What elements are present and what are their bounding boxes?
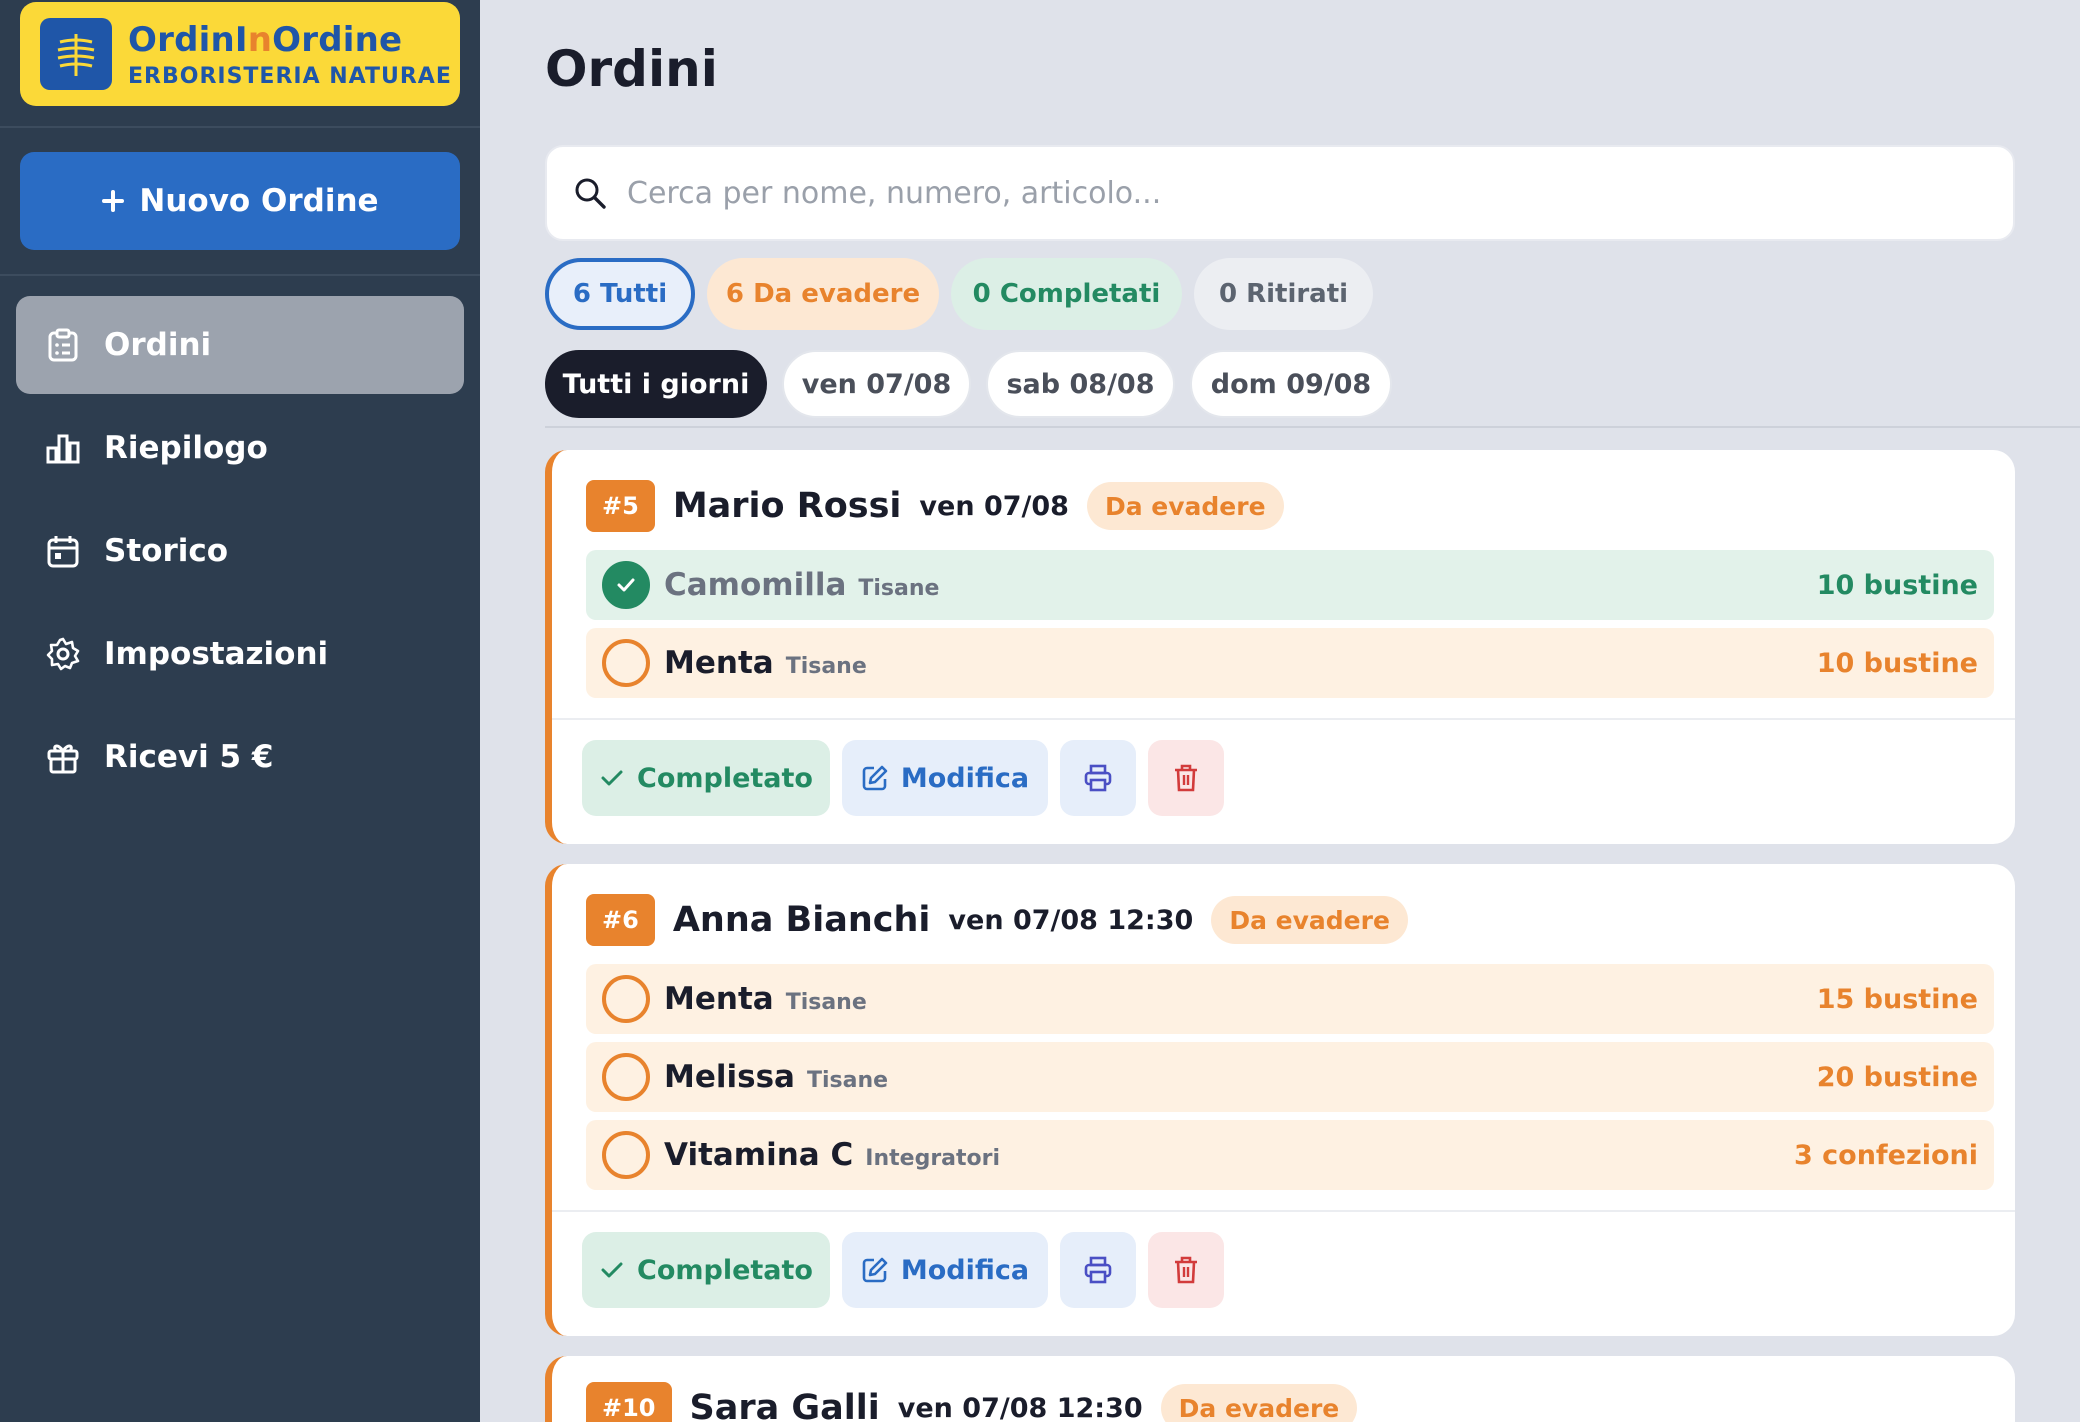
item-category: Tisane [785,989,867,1015]
order-item[interactable]: Menta Tisane 10 bustine [586,628,1994,698]
unchecked-circle-icon[interactable] [602,1131,650,1179]
order-number-badge: #6 [586,894,655,946]
logo-subtitle: ERBORISTERIA NATURAE [128,63,452,89]
order-item[interactable]: Vitamina C Integratori 3 confezioni [586,1120,1994,1190]
clipboard-icon [46,328,80,362]
item-category: Tisane [858,575,940,601]
order-card: #10 Sara Galli ven 07/08 12:30 Da evader… [545,1356,2015,1422]
item-category: Tisane [806,1067,889,1093]
search-input[interactable] [627,175,1927,211]
sidebar-item-ordini[interactable]: Ordini [16,296,464,394]
order-date: ven 07/08 12:30 [948,904,1194,936]
divider [0,126,480,128]
print-button[interactable] [1060,1232,1136,1308]
trash-icon [1175,764,1197,792]
filter-da-evadere[interactable]: 6 Da evadere [707,258,939,330]
printer-icon [1084,1256,1112,1284]
order-item[interactable]: Melissa Tisane 20 bustine [586,1042,1994,1112]
divider [552,718,2015,720]
gear-icon [46,637,80,671]
customer-name: Mario Rossi [672,486,902,526]
item-name: Menta [664,981,774,1017]
complete-button[interactable]: Completato [582,740,830,816]
order-date: ven 07/08 12:30 [897,1392,1143,1422]
sidebar-item-riepilogo[interactable]: Riepilogo [16,399,464,497]
edit-button[interactable]: Modifica [842,1232,1048,1308]
edit-icon [862,1257,888,1283]
item-category: Tisane [785,653,867,679]
complete-button[interactable]: Completato [582,1232,830,1308]
day-filter-sab[interactable]: sab 08/08 [986,350,1175,418]
page-title: Ordini [545,40,718,98]
edit-button[interactable]: Modifica [842,740,1048,816]
item-quantity: 10 bustine [1816,647,1978,679]
order-number-badge: #10 [586,1382,672,1422]
herb-logo-icon [40,18,112,90]
day-filter-ven[interactable]: ven 07/08 [782,350,971,418]
status-badge: Da evadere [1086,482,1284,530]
item-name: Menta [664,645,774,681]
search-bar[interactable] [545,145,2015,241]
customer-name: Anna Bianchi [672,900,931,940]
item-name: Camomilla [664,567,847,603]
filter-ritirati[interactable]: 0 Ritirati [1194,258,1373,330]
item-category: Integratori [865,1145,1001,1171]
sidebar: OrdinInOrdine ERBORISTERIA NATURAE Nuovo… [0,0,480,1422]
plus-icon [102,190,125,212]
filter-tutti[interactable]: 6 Tutti [545,258,695,330]
item-quantity: 10 bustine [1816,569,1978,601]
trash-icon [1175,1256,1197,1284]
divider [545,426,2080,428]
order-number-badge: #5 [586,480,655,532]
printer-icon [1084,764,1112,792]
order-item[interactable]: Camomilla Tisane 10 bustine [586,550,1994,620]
day-filter-all[interactable]: Tutti i giorni [545,350,767,418]
order-date: ven 07/08 [919,490,1069,522]
check-icon[interactable] [602,561,650,609]
filter-completati[interactable]: 0 Completati [951,258,1182,330]
new-order-button[interactable]: Nuovo Ordine [20,152,460,250]
edit-icon [862,765,888,791]
order-card: #5 Mario Rossi ven 07/08 Da evadere Camo… [545,450,2015,844]
sidebar-item-impostazioni[interactable]: Impostazioni [16,605,464,703]
checkmark-icon [601,770,623,786]
order-item[interactable]: Menta Tisane 15 bustine [586,964,1994,1034]
divider [0,274,480,276]
item-quantity: 20 bustine [1816,1061,1978,1093]
day-filter-dom[interactable]: dom 09/08 [1190,350,1392,418]
unchecked-circle-icon[interactable] [602,975,650,1023]
bar-chart-icon [46,431,80,465]
search-icon [575,178,606,209]
delete-button[interactable] [1148,1232,1224,1308]
gift-icon [46,740,80,774]
unchecked-circle-icon[interactable] [602,639,650,687]
item-name: Melissa [664,1059,795,1095]
unchecked-circle-icon[interactable] [602,1053,650,1101]
print-button[interactable] [1060,740,1136,816]
order-card: #6 Anna Bianchi ven 07/08 12:30 Da evade… [545,864,2015,1336]
divider [552,1210,2015,1212]
status-badge: Da evadere [1211,896,1408,944]
item-quantity: 3 confezioni [1793,1139,1978,1171]
calendar-icon [46,534,80,568]
app-logo[interactable]: OrdinInOrdine ERBORISTERIA NATURAE [20,2,460,106]
status-badge: Da evadere [1160,1384,1358,1422]
logo-title: OrdinInOrdine [128,19,403,60]
delete-button[interactable] [1148,740,1224,816]
item-name: Vitamina C [664,1137,854,1173]
sidebar-item-storico[interactable]: Storico [16,502,464,600]
checkmark-icon [601,1262,623,1278]
sidebar-item-ricevi[interactable]: Ricevi 5 € [16,708,464,806]
item-quantity: 15 bustine [1816,983,1978,1015]
customer-name: Sara Galli [689,1388,880,1422]
